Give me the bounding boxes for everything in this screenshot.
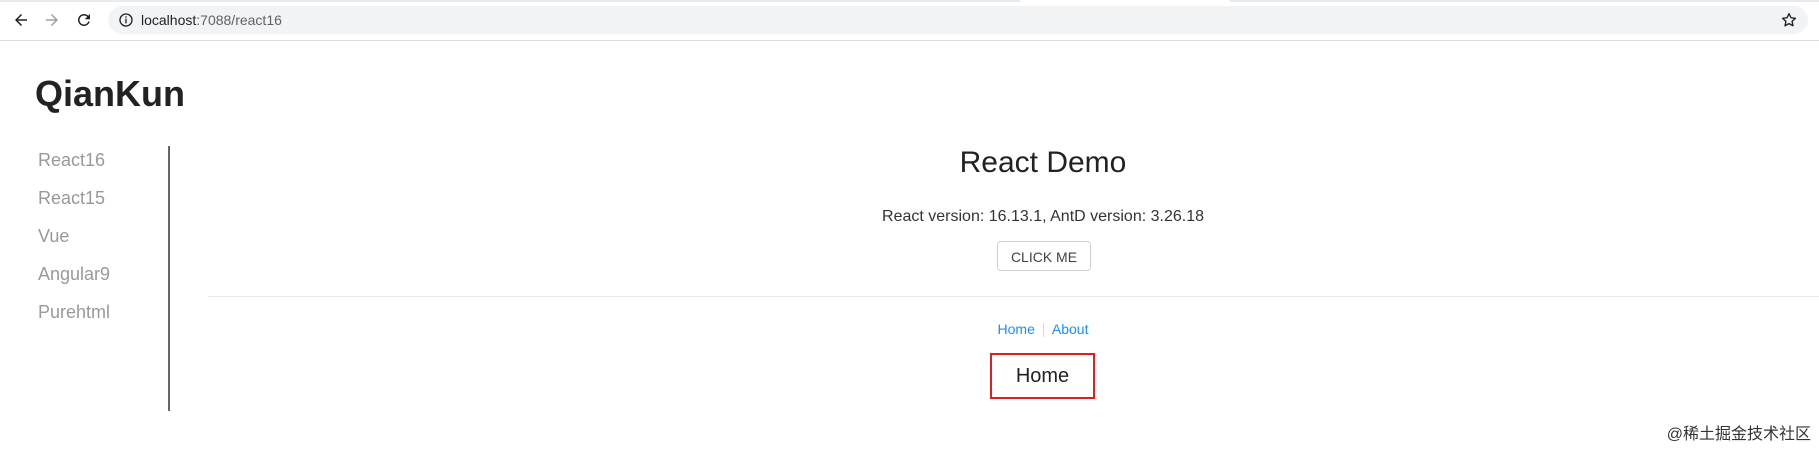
sidebar-item-react16[interactable]: React16 [38, 146, 168, 184]
page-title: React Demo [959, 146, 1127, 179]
click-me-button[interactable]: CLICK ME [997, 241, 1091, 271]
info-icon[interactable] [118, 12, 134, 28]
url-text[interactable]: localhost:7088/react16 [141, 12, 282, 28]
sidebar-item-purehtml[interactable]: Purehtml [38, 298, 168, 336]
star-icon[interactable] [1780, 11, 1798, 29]
address-bar[interactable]: localhost:7088/react16 [108, 6, 1808, 34]
sidebar-item-angular9[interactable]: Angular9 [38, 260, 168, 298]
sidebar-menu: React16 React15 Vue Angular9 Purehtml [38, 146, 170, 411]
divider [208, 296, 1819, 297]
back-arrow-icon[interactable] [10, 9, 32, 31]
sidebar-item-react15[interactable]: React15 [38, 184, 168, 222]
route-content-home: Home [990, 353, 1095, 399]
app-logo: QianKun [35, 73, 185, 114]
forward-arrow-icon[interactable] [41, 9, 63, 31]
home-link[interactable]: Home [998, 321, 1035, 337]
tab-strip [0, 0, 1819, 2]
version-text: React version: 16.13.1, AntD version: 3.… [882, 208, 1204, 225]
sidebar-item-vue[interactable]: Vue [38, 222, 168, 260]
url-path: :7088/react16 [196, 12, 282, 28]
url-host: localhost [141, 12, 197, 28]
about-link[interactable]: About [1052, 321, 1089, 337]
watermark: @稀土掘金技术社区 [1666, 426, 1811, 443]
link-separator [1042, 323, 1044, 338]
route-links: Home About [208, 320, 1819, 338]
browser-toolbar: localhost:7088/react16 [0, 0, 1819, 41]
reload-icon[interactable] [73, 9, 95, 31]
